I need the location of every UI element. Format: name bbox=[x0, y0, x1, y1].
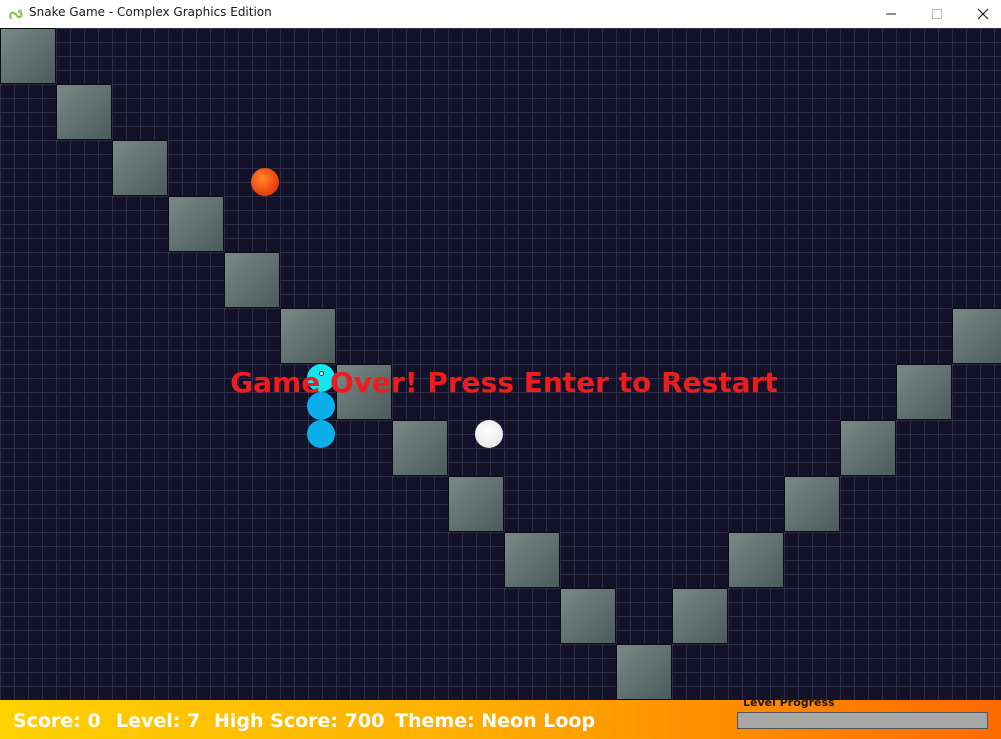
wall-block bbox=[392, 420, 448, 476]
level-display: Level: 7 bbox=[116, 710, 201, 732]
wall-block bbox=[280, 308, 336, 364]
level-progress-bar bbox=[737, 712, 988, 729]
food-orb-red bbox=[251, 168, 279, 196]
snake-icon bbox=[8, 6, 24, 22]
wall-block bbox=[448, 476, 504, 532]
window-title: Snake Game - Complex Graphics Edition bbox=[29, 5, 272, 19]
close-icon bbox=[977, 8, 989, 20]
minimize-icon bbox=[886, 13, 896, 15]
wall-block bbox=[784, 476, 840, 532]
wall-block bbox=[840, 420, 896, 476]
snake-body-segment bbox=[307, 420, 335, 448]
level-progress-label: Level Progress bbox=[743, 696, 835, 709]
wall-block bbox=[224, 252, 280, 308]
title-bar[interactable]: Snake Game - Complex Graphics Edition bbox=[0, 0, 1001, 28]
game-board[interactable]: Game Over! Press Enter to Restart bbox=[0, 28, 1001, 700]
wall-block bbox=[56, 84, 112, 140]
wall-block bbox=[952, 308, 1001, 364]
wall-block bbox=[728, 532, 784, 588]
maximize-button[interactable] bbox=[914, 0, 960, 28]
wall-block bbox=[112, 140, 168, 196]
theme-display: Theme: Neon Loop bbox=[395, 710, 596, 732]
wall-block bbox=[0, 28, 56, 84]
high-score-display: High Score: 700 bbox=[214, 710, 385, 732]
wall-block bbox=[504, 532, 560, 588]
wall-block bbox=[168, 196, 224, 252]
food-orb-white bbox=[475, 420, 503, 448]
score-display: Score: 0 bbox=[13, 710, 101, 732]
wall-block bbox=[560, 588, 616, 644]
wall-block bbox=[672, 588, 728, 644]
maximize-icon bbox=[932, 9, 942, 19]
game-over-message: Game Over! Press Enter to Restart bbox=[230, 366, 778, 399]
wall-block bbox=[616, 644, 672, 700]
close-button[interactable] bbox=[960, 0, 1001, 28]
game-window: Snake Game - Complex Graphics Edition Ga… bbox=[0, 0, 1001, 739]
minimize-button[interactable] bbox=[868, 0, 914, 28]
